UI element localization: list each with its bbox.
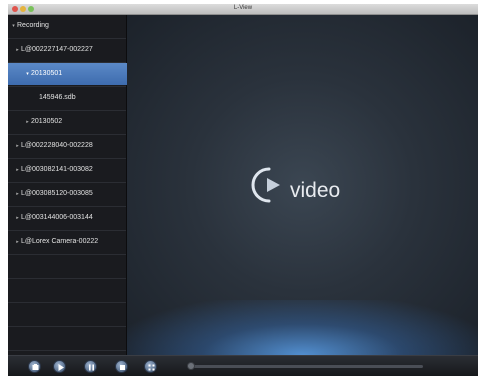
tree-item-label: L@002227147-002227: [21, 46, 93, 53]
tree-item[interactable]: ▸ L@Lorex Camera-00222: [8, 231, 132, 253]
recording-tree[interactable]: ▾ Recording ▸ L@002227147-002227 ▾ 20130501 14…: [8, 15, 142, 355]
tree-item-label: L@Lorex Camera-00222: [21, 238, 99, 245]
app-window: L-View ▾ Recording ▸ L@002227147-002227 ▾ 201…: [8, 4, 478, 376]
tree-item[interactable]: ▾ 20130501: [8, 63, 142, 85]
snapshot-button[interactable]: [28, 360, 41, 373]
tree-item-label: 20130502: [31, 118, 63, 125]
tree-item[interactable]: ▾ Recording: [8, 15, 128, 37]
disclosure-closed-icon[interactable]: ▸: [14, 207, 21, 229]
tree-item-label: L@003085120-003085: [21, 190, 93, 197]
window-title: L-View: [233, 5, 253, 11]
tree-item-label: 20130501: [31, 70, 63, 77]
tree-item[interactable]: ▸ L@003082141-003082: [8, 159, 132, 181]
snapshot-icon: [32, 364, 39, 370]
tree-item-label: Recording: [17, 22, 49, 29]
disclosure-closed-icon[interactable]: ▸: [24, 111, 31, 133]
tree-item[interactable]: ▸ L@002227147-002227: [8, 39, 132, 61]
pause-button[interactable]: [84, 360, 97, 373]
video-glow: [127, 300, 478, 355]
progress-track[interactable]: [191, 365, 423, 368]
disclosure-closed-icon[interactable]: ▸: [14, 183, 21, 205]
fullscreen-icon: [148, 364, 155, 371]
tree-item-label: L@003144006-003144: [21, 214, 93, 221]
tree-item[interactable]: ▸ L@003144006-003144: [8, 207, 132, 229]
disclosure-closed-icon[interactable]: ▸: [14, 39, 21, 61]
title-bar: L-View: [8, 4, 478, 15]
disclosure-closed-icon[interactable]: ▸: [14, 135, 21, 157]
play-icon: [58, 364, 64, 371]
pause-icon: [89, 364, 94, 371]
tree-item-label: L@002228040-002228: [21, 142, 93, 149]
video-viewport[interactable]: video: [127, 15, 478, 355]
video-logo-text: video: [290, 179, 341, 202]
disclosure-closed-icon[interactable]: ▸: [14, 159, 21, 181]
tree-item[interactable]: ▸ 20130502: [8, 111, 142, 133]
progress-thumb[interactable]: [187, 362, 195, 370]
tree-item-label: 145946.sdb: [39, 94, 76, 101]
play-button[interactable]: [53, 360, 66, 373]
playback-controls: [8, 355, 478, 376]
tree-item[interactable]: ▸ L@003085120-003085: [8, 183, 132, 205]
fullscreen-button[interactable]: [144, 360, 157, 373]
stop-icon: [120, 365, 125, 370]
tree-item[interactable]: ▸ L@002228040-002228: [8, 135, 132, 157]
disclosure-open-icon[interactable]: ▾: [24, 63, 31, 85]
disclosure-closed-icon[interactable]: ▸: [14, 231, 21, 253]
disclosure-open-icon[interactable]: ▾: [10, 15, 17, 37]
stop-button[interactable]: [115, 360, 128, 373]
tree-item-label: L@003082141-003082: [21, 166, 93, 173]
